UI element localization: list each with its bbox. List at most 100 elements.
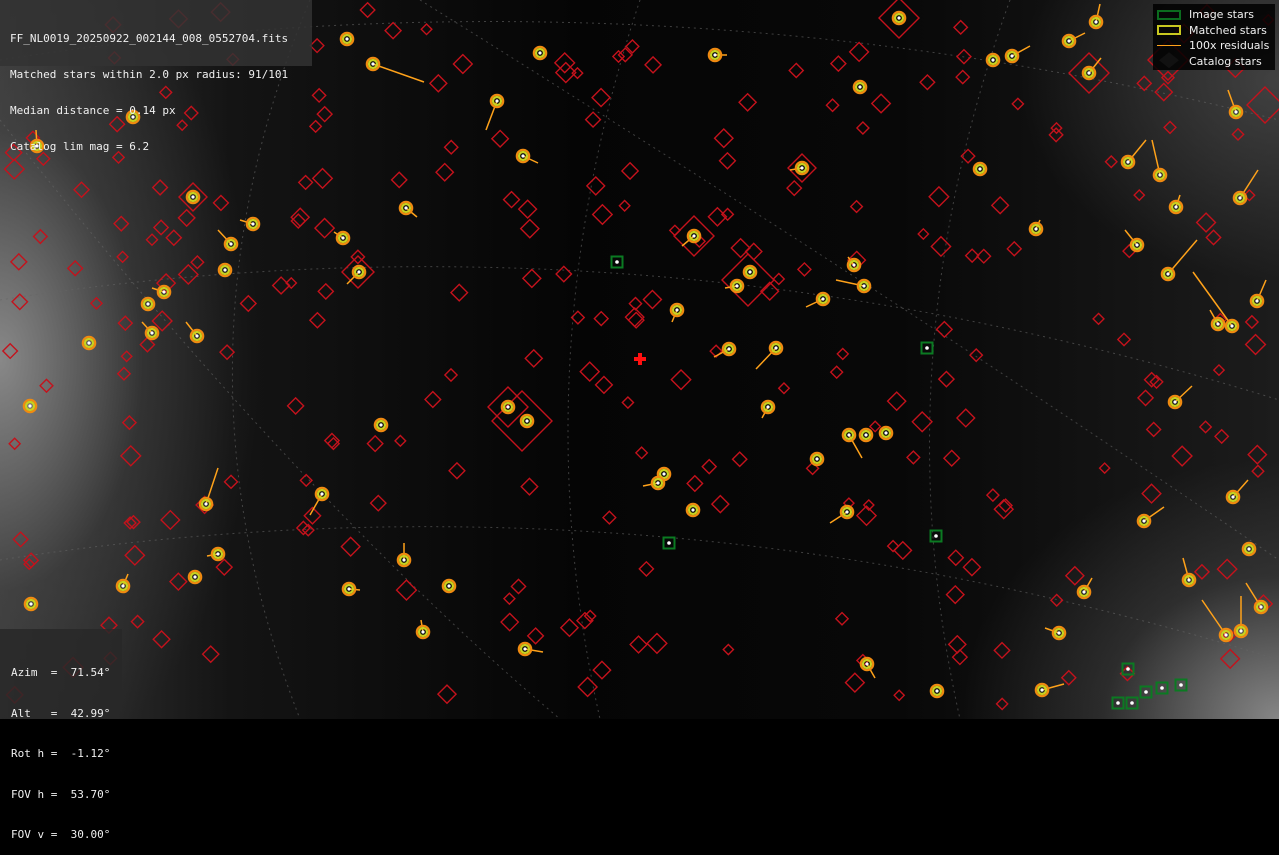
catalog-star-marker bbox=[585, 176, 606, 196]
catalog-star-marker bbox=[424, 390, 442, 409]
catalog-star-marker bbox=[644, 55, 663, 74]
star-point bbox=[1142, 519, 1146, 523]
catalog-star-marker bbox=[500, 612, 520, 632]
catalog-star-marker bbox=[366, 434, 384, 453]
star-point bbox=[864, 433, 868, 437]
star-point bbox=[692, 234, 696, 238]
fov-horizontal-label: FOV h = 53.70° bbox=[11, 787, 111, 801]
star-point bbox=[1247, 547, 1251, 551]
star-point bbox=[1255, 299, 1259, 303]
catalog-star-marker bbox=[124, 544, 146, 566]
catalog-star-marker bbox=[930, 235, 952, 258]
catalog-star-marker bbox=[384, 21, 403, 40]
catalog-star-marker bbox=[116, 366, 132, 381]
catalog-star-marker bbox=[919, 74, 936, 91]
catalog-star-marker bbox=[937, 370, 956, 388]
catalog-star-marker bbox=[420, 22, 433, 36]
star-point bbox=[852, 263, 856, 267]
calibration-info-panel: FF_NL0019_20250922_002144_008_0552704.fi… bbox=[0, 0, 312, 153]
star-point bbox=[1010, 54, 1014, 58]
star-point bbox=[1126, 667, 1130, 671]
catalog-star-marker bbox=[271, 276, 291, 295]
catalog-star-marker bbox=[886, 391, 907, 412]
catalog-star-marker bbox=[611, 49, 626, 64]
catalog-star-marker bbox=[119, 444, 142, 467]
catalog-star-marker bbox=[621, 395, 635, 410]
catalog-star-marker bbox=[1048, 127, 1064, 143]
catalog-star-marker bbox=[168, 572, 188, 591]
catalog-star-marker bbox=[66, 259, 84, 277]
catalog-star-marker bbox=[160, 509, 181, 531]
catalog-star-marker bbox=[121, 415, 138, 431]
center-marker bbox=[634, 353, 646, 365]
catalog-star-marker bbox=[990, 196, 1010, 215]
catalog-star-marker bbox=[394, 434, 407, 448]
catalog-star-marker bbox=[731, 451, 748, 468]
catalog-star-marker bbox=[313, 217, 336, 239]
residual-line bbox=[372, 63, 425, 83]
catalog-star-marker bbox=[584, 111, 602, 129]
star-point bbox=[1239, 629, 1243, 633]
catalog-star-marker bbox=[886, 539, 900, 553]
star-point bbox=[1173, 400, 1177, 404]
catalog-star-marker bbox=[219, 344, 236, 361]
catalog-star-marker bbox=[722, 643, 735, 656]
catalog-star-marker bbox=[1216, 558, 1238, 580]
residual-line bbox=[1192, 271, 1233, 327]
catalog-star-marker bbox=[1136, 389, 1155, 407]
star-point bbox=[1067, 39, 1071, 43]
catalog-star-marker bbox=[855, 121, 870, 135]
catalog-star-marker bbox=[855, 505, 878, 527]
catalog-star-marker bbox=[559, 618, 580, 638]
catalog-star-marker bbox=[215, 558, 234, 577]
catalog-star-marker bbox=[165, 229, 183, 247]
catalog-star-marker bbox=[985, 488, 1000, 503]
catalog-star-marker bbox=[718, 151, 737, 170]
catalog-star-marker bbox=[177, 263, 199, 286]
star-point bbox=[748, 270, 752, 274]
star-point bbox=[404, 206, 408, 210]
catalog-star-marker bbox=[1171, 445, 1193, 467]
star-point bbox=[1187, 578, 1191, 582]
catalog-star-marker bbox=[738, 92, 758, 112]
star-point bbox=[223, 268, 227, 272]
catalog-star-marker bbox=[834, 611, 850, 626]
catalog-star-marker bbox=[935, 320, 954, 339]
catalog-star-marker bbox=[668, 224, 681, 237]
grid-line bbox=[929, 0, 1011, 719]
star-point bbox=[495, 99, 499, 103]
catalog-star-marker bbox=[1006, 240, 1023, 257]
star-point bbox=[1224, 633, 1228, 637]
star-point bbox=[371, 62, 375, 66]
catalog-star-marker bbox=[1011, 97, 1025, 111]
star-point bbox=[1158, 173, 1162, 177]
catalog-star-marker bbox=[917, 227, 930, 241]
legend-matched-stars: Matched stars bbox=[1157, 23, 1275, 39]
catalog-star-marker bbox=[796, 261, 812, 277]
catalog-star-marker bbox=[618, 199, 631, 212]
star-point bbox=[847, 433, 851, 437]
catalog-star-marker bbox=[1163, 120, 1177, 135]
star-point bbox=[345, 37, 349, 41]
catalog-star-marker bbox=[395, 579, 418, 602]
star-point bbox=[862, 284, 866, 288]
catalog-star-marker bbox=[670, 368, 692, 391]
catalog-star-marker bbox=[844, 672, 866, 693]
image-star-swatch-icon bbox=[1157, 9, 1181, 20]
star-point bbox=[121, 584, 125, 588]
star-point bbox=[320, 492, 324, 496]
grid-line bbox=[567, 0, 641, 719]
star-point bbox=[1144, 690, 1148, 694]
catalog-star-marker bbox=[829, 365, 844, 380]
catalog-star-marker bbox=[849, 199, 864, 214]
catalog-star-marker bbox=[295, 520, 311, 536]
star-point bbox=[1057, 631, 1061, 635]
catalog-star-marker bbox=[825, 98, 840, 113]
catalog-star-marker bbox=[152, 629, 171, 649]
catalog-star-marker bbox=[868, 420, 882, 433]
star-point bbox=[29, 602, 33, 606]
catalog-star-marker bbox=[1116, 332, 1132, 347]
catalog-star-marker bbox=[12, 531, 29, 548]
catalog-star-marker bbox=[524, 348, 544, 368]
star-point bbox=[815, 457, 819, 461]
